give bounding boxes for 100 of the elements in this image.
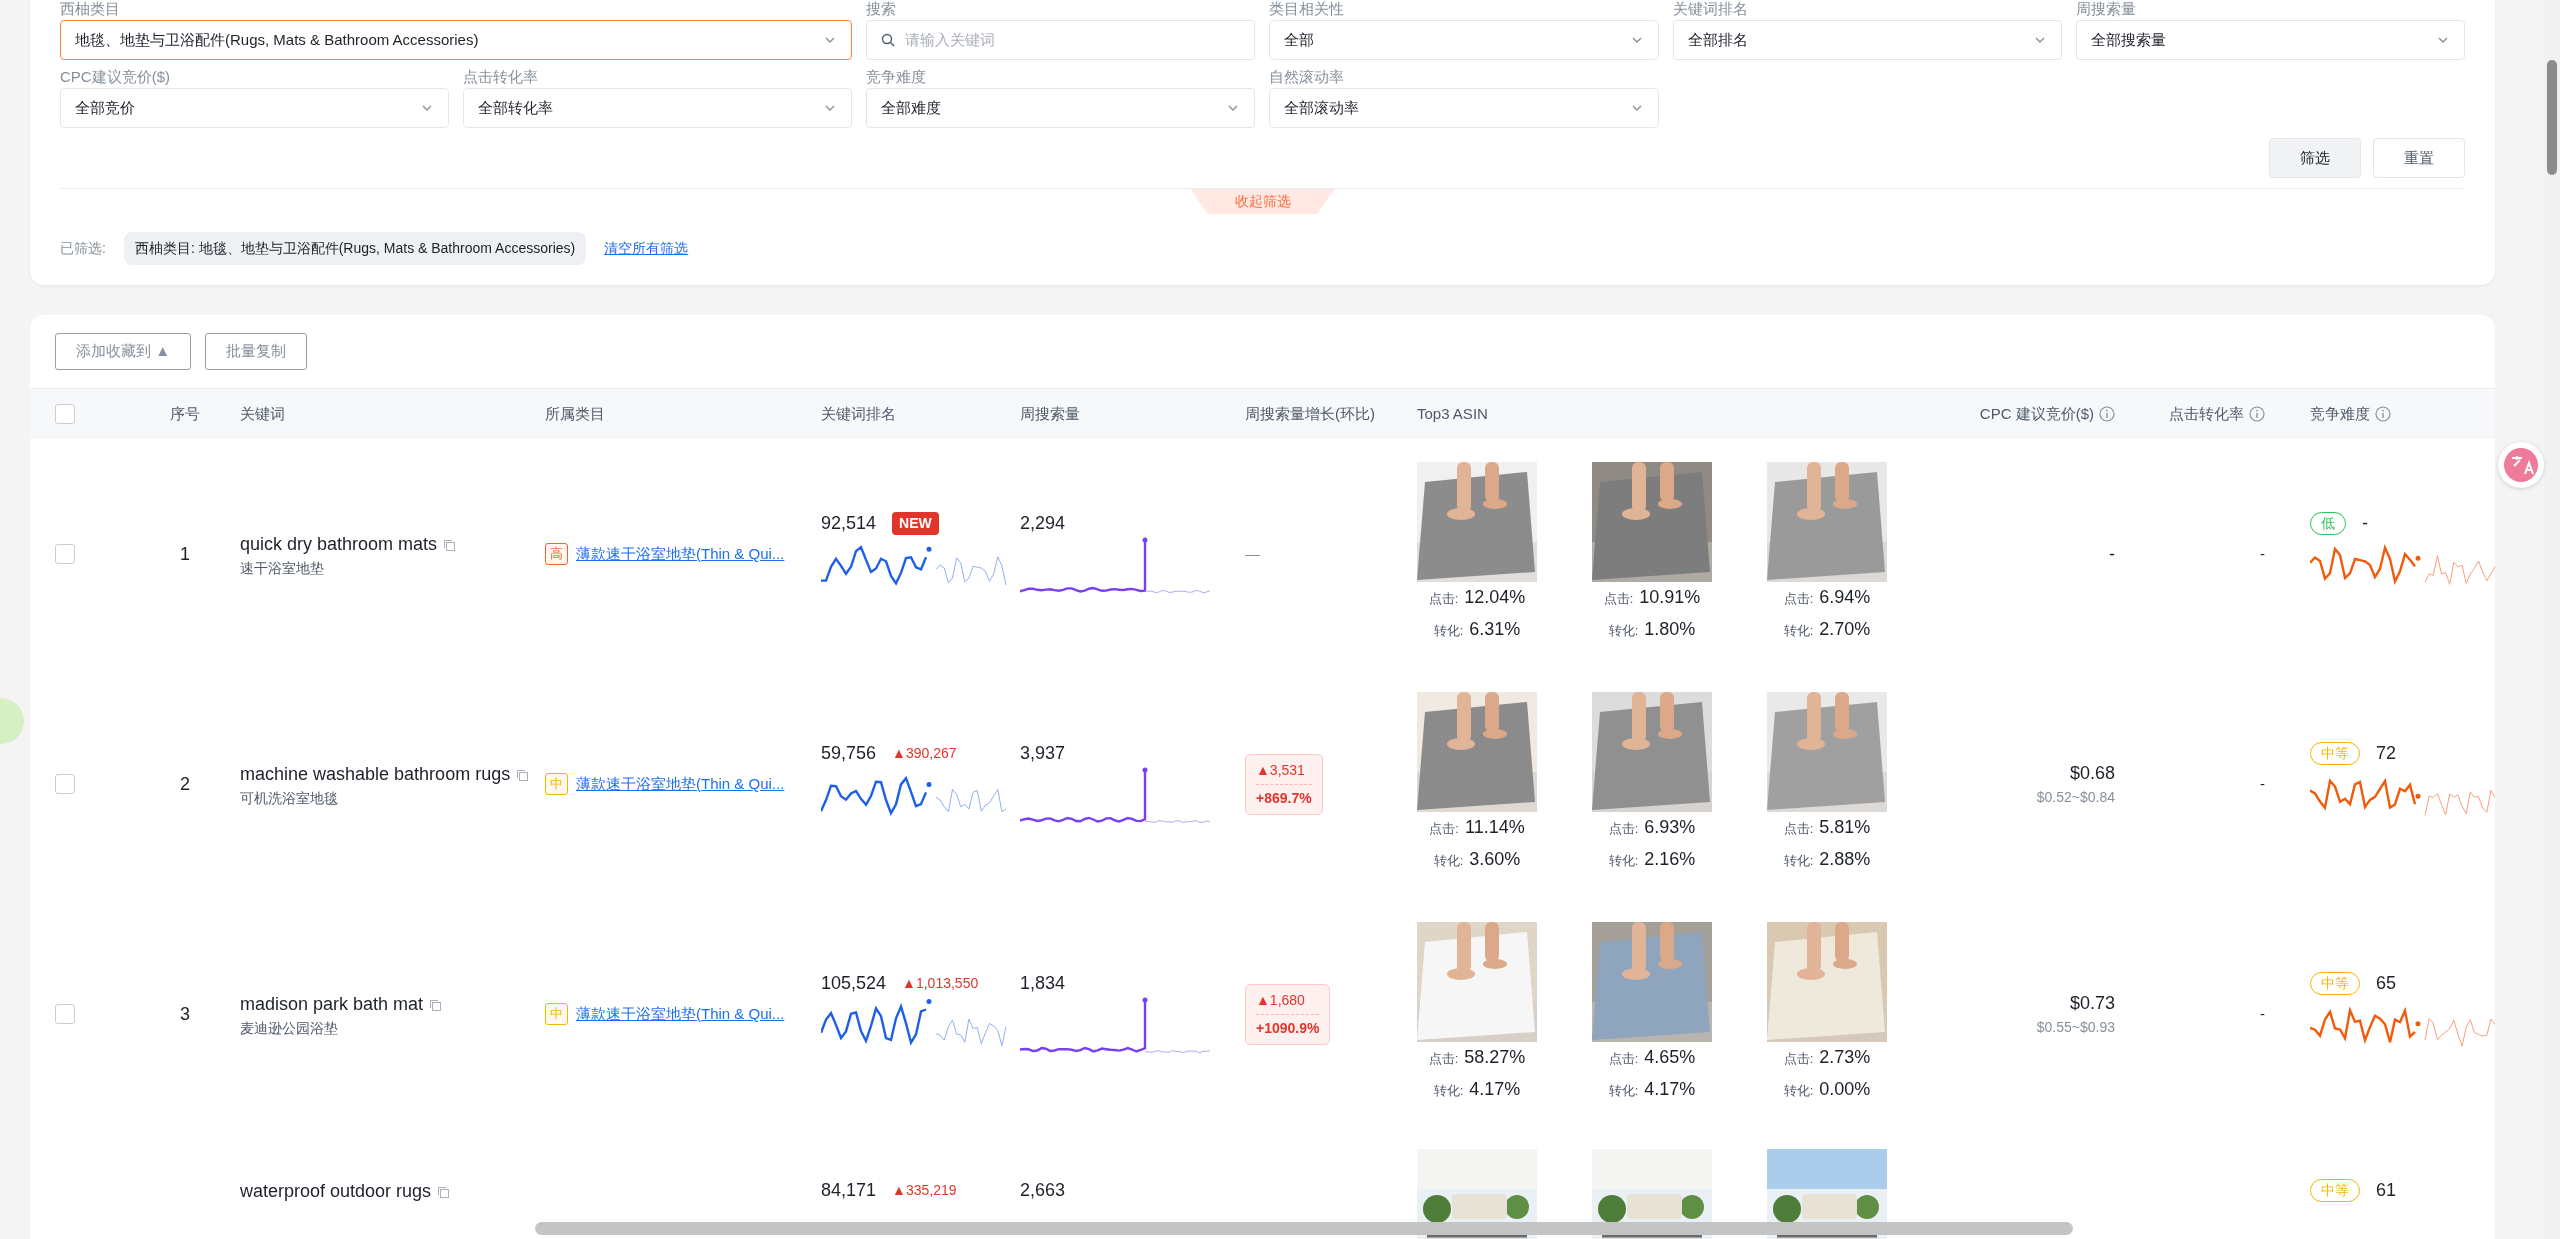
conversion-rate: 2.70% (1819, 618, 1871, 641)
conversion-value: - (2260, 544, 2265, 562)
select-field[interactable]: 全部转化率 (463, 88, 853, 128)
conversion-rate: 2.88% (1819, 848, 1871, 871)
conversion-label: 转化: (1608, 1082, 1639, 1100)
info-icon (2099, 406, 2115, 422)
vertical-scrollbar[interactable] (2544, 0, 2560, 1239)
click-rate: 5.81% (1819, 816, 1871, 839)
keyword-translation: 可机洗浴室地毯 (240, 788, 339, 808)
difficulty-score: 61 (2376, 1179, 2397, 1202)
copy-icon[interactable] (442, 537, 457, 552)
field-label: 周搜索量 (2075, 0, 2137, 18)
category-link[interactable]: 薄款速干浴室地垫(Thin & Qui... (576, 542, 785, 566)
copy-icon[interactable] (428, 997, 443, 1012)
click-label: 点击: (1783, 590, 1814, 608)
applied-label: 已筛选: (60, 239, 106, 258)
click-rate: 6.93% (1644, 816, 1696, 839)
search-volume: 2,663 (1020, 1179, 1067, 1202)
checkbox[interactable] (55, 774, 75, 794)
keyword-translation: 速干浴室地垫 (240, 558, 325, 578)
checkbox[interactable] (55, 544, 75, 564)
filter-button[interactable]: 筛选 (2269, 138, 2361, 178)
field-label: 自然滚动率 (1269, 68, 1346, 86)
field-label: 关键词排名 (1672, 0, 1749, 18)
clear-filters-link[interactable]: 清空所有筛选 (604, 238, 689, 259)
click-label: 点击: (1608, 1050, 1639, 1068)
conversion-rate: 4.17% (1644, 1078, 1696, 1101)
click-label: 点击: (1783, 820, 1814, 838)
keyword[interactable]: machine washable bathroom rugs (240, 763, 511, 784)
cpc-price: - (2108, 542, 2115, 566)
category-link[interactable]: 薄款速干浴室地垫(Thin & Qui... (576, 772, 785, 796)
rank-change: ▲335,219 (892, 1181, 957, 1200)
cpc-price: $0.68 (2068, 762, 2115, 785)
click-rate: 12.04% (1464, 586, 1526, 609)
column-header[interactable]: 周搜索量增长(环比) (1245, 402, 1375, 426)
search-volume: 3,937 (1020, 741, 1067, 765)
conversion-label: 转化: (1608, 852, 1639, 870)
select-field[interactable]: 全部难度 (866, 88, 1256, 128)
copy-icon[interactable] (436, 1185, 451, 1200)
conversion-rate: 3.60% (1469, 848, 1521, 871)
cpc-range: $0.52~$0.84 (2035, 788, 2115, 807)
field-label: CPC建议竞价($) (60, 68, 171, 86)
keyword[interactable]: madison park bath mat (240, 993, 424, 1014)
select-field[interactable]: 地毯、地垫与卫浴配件(Rugs, Mats & Bathroom Accessories) (60, 20, 853, 60)
growth-percent: +1090.9% (1256, 1013, 1320, 1039)
growth-percent: +869.7% (1256, 783, 1312, 809)
select-field[interactable]: 全部排名 (1672, 20, 2062, 60)
growth-amount: ▲1,680 (1256, 990, 1306, 1010)
difficulty-score: 72 (2376, 741, 2397, 765)
info-icon (2249, 406, 2265, 422)
copy-icon[interactable] (515, 767, 530, 782)
select-field[interactable]: 全部竞价 (60, 88, 450, 128)
checkbox[interactable] (55, 1004, 75, 1024)
conversion-rate: 4.17% (1469, 1078, 1521, 1101)
column-header[interactable]: 关键词 (240, 402, 285, 426)
row-number: 3 (180, 1003, 190, 1024)
keyword-translation: 麦迪逊公园浴垫 (240, 1018, 339, 1038)
conversion-label: 转化: (1433, 852, 1464, 870)
column-header[interactable]: 关键词排名 (821, 402, 896, 426)
reset-button[interactable]: 重置 (2373, 138, 2465, 178)
select-field[interactable]: 全部滚动率 (1269, 88, 1659, 128)
rank-change: ▲390,267 (892, 743, 957, 763)
column-header[interactable]: 周搜索量 (1020, 402, 1080, 426)
conversion-rate: 0.00% (1819, 1078, 1871, 1101)
cpc-range: $0.55~$0.93 (2035, 1018, 2115, 1037)
conversion-label: 转化: (1608, 622, 1639, 640)
column-header[interactable]: CPC 建议竞价($) (1979, 402, 2094, 426)
difficulty-score: - (2362, 511, 2368, 535)
column-header[interactable]: 竞争难度 (2310, 402, 2370, 426)
relevance-tag: 中 (545, 773, 568, 795)
field-label: 西柚类目 (60, 0, 121, 18)
click-label: 点击: (1783, 1050, 1814, 1068)
search-icon (881, 33, 896, 47)
keyword-rank: 92,514 (821, 511, 877, 535)
keyword-rank: 84,171 (821, 1179, 877, 1202)
search-volume: 2,294 (1020, 511, 1067, 535)
column-header[interactable]: Top3 ASIN (1417, 402, 1488, 426)
relevance-tag: 高 (545, 543, 568, 565)
column-header[interactable]: 序号 (170, 402, 200, 426)
conversion-value: - (2260, 1004, 2265, 1022)
keyword-rank: 59,756 (821, 741, 877, 765)
keyword[interactable]: quick dry bathroom mats (240, 533, 438, 554)
click-rate: 11.14% (1464, 816, 1525, 839)
click-label: 点击: (1428, 1050, 1459, 1068)
select-field[interactable]: 全部搜索量 (2075, 20, 2465, 60)
horizontal-scrollbar[interactable] (535, 1222, 2073, 1235)
checkbox[interactable] (55, 404, 75, 424)
info-icon (2375, 406, 2391, 422)
translate-icon (2504, 448, 2538, 482)
category-link[interactable]: 薄款速干浴室地垫(Thin & Qui... (576, 1002, 785, 1026)
conversion-rate: 2.16% (1644, 848, 1696, 871)
column-header[interactable]: 点击转化率 (2169, 402, 2244, 426)
keyword[interactable]: waterproof outdoor rugs (240, 1181, 432, 1201)
conversion-rate: 6.31% (1469, 618, 1521, 641)
select-field[interactable]: 全部 (1269, 20, 1659, 60)
click-rate: 6.94% (1819, 586, 1871, 609)
conversion-label: 转化: (1783, 1082, 1814, 1100)
column-header[interactable]: 所属类目 (545, 402, 605, 426)
translate-button[interactable] (2498, 442, 2544, 488)
cpc-price: $0.73 (2068, 992, 2115, 1015)
